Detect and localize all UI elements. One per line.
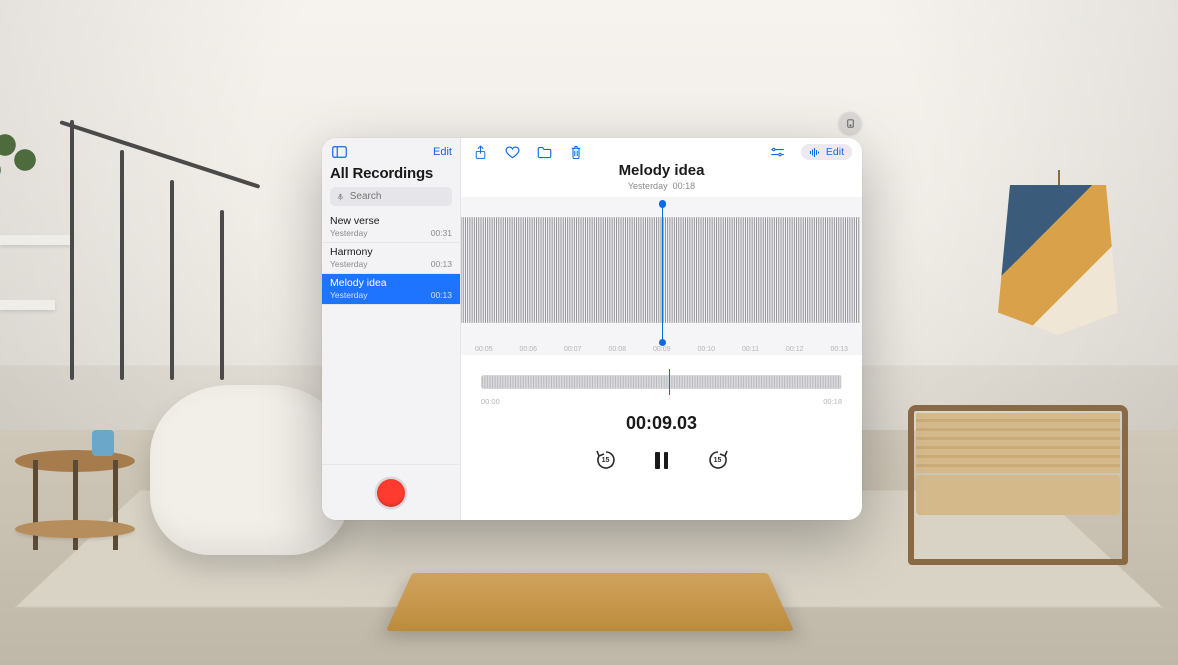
- recording-row-duration: 00:31: [431, 228, 452, 238]
- recording-title: Melody idea: [461, 162, 862, 179]
- pause-icon: [655, 452, 668, 469]
- options-icon[interactable]: [769, 143, 787, 161]
- waveform-icon: [809, 147, 821, 158]
- sidebar: Edit All Recordings New verseYesterday00…: [322, 138, 461, 520]
- voice-memos-window: Edit All Recordings New verseYesterday00…: [322, 138, 862, 520]
- timeline-tick: 00:10: [698, 346, 716, 353]
- timeline-tick: 00:12: [786, 346, 804, 353]
- timeline-tick: 00:11: [742, 346, 759, 353]
- detail-pane: Edit Melody idea Yesterday 00:18 00:0500…: [461, 138, 862, 520]
- playback-controls: 15 15: [461, 448, 862, 472]
- recording-row-title: New verse: [330, 215, 452, 227]
- recording-row-date: Yesterday: [330, 290, 368, 300]
- trimmer[interactable]: 00:00 00:18: [481, 369, 842, 395]
- timeline-tick: 00:05: [475, 346, 493, 353]
- search-input[interactable]: [350, 191, 446, 202]
- folder-icon[interactable]: [535, 143, 553, 161]
- trimmer-end-label: 00:18: [823, 397, 842, 406]
- wall-tapestry: [998, 185, 1118, 335]
- sidebar-toggle-icon[interactable]: [330, 143, 348, 161]
- timeline-tick: 00:06: [520, 346, 538, 353]
- sidebar-edit-button[interactable]: Edit: [433, 146, 452, 158]
- recording-row[interactable]: New verseYesterday 00:31: [322, 212, 460, 243]
- armchair-right: [908, 405, 1128, 565]
- timecode: 00:09.03: [461, 413, 862, 434]
- recordings-list: New verseYesterday00:31HarmonyYesterday0…: [322, 212, 460, 464]
- waveform-area[interactable]: 00:05 00:06 00:07 00:08 00:09 00:10 00:11 00:12…: [461, 197, 862, 355]
- record-button[interactable]: [377, 479, 405, 507]
- sidebar-title: All Recordings: [322, 164, 460, 187]
- recording-row-title: Melody idea: [330, 277, 452, 289]
- spatial-control-orb[interactable]: [839, 112, 861, 134]
- timeline-ticks: 00:05 00:06 00:07 00:08 00:09 00:10 00:11 00:12…: [461, 346, 862, 353]
- coffee-table: [386, 573, 794, 631]
- side-table: [15, 450, 135, 550]
- timeline-tick: 00:09: [653, 346, 671, 353]
- edit-label: Edit: [826, 146, 844, 158]
- wall-shelf-2: [0, 300, 55, 310]
- timeline-tick: 00:08: [609, 346, 627, 353]
- share-icon[interactable]: [471, 143, 489, 161]
- recording-row-date: Yesterday: [330, 228, 368, 238]
- timeline-tick: 00:13: [830, 346, 848, 353]
- trash-icon[interactable]: [567, 143, 585, 161]
- mug: [92, 430, 114, 456]
- skip-forward-button[interactable]: 15: [706, 448, 730, 472]
- recording-row-date: Yesterday: [330, 259, 368, 269]
- search-field[interactable]: [330, 187, 452, 206]
- staircase: [60, 120, 290, 400]
- playhead[interactable]: [662, 203, 664, 343]
- recording-row[interactable]: HarmonyYesterday 00:13: [322, 243, 460, 274]
- waveform-edit-button[interactable]: Edit: [801, 144, 852, 160]
- record-area: [322, 464, 460, 520]
- trimmer-start-label: 00:00: [481, 397, 500, 406]
- skip-back-button[interactable]: 15: [594, 448, 618, 472]
- favorite-icon[interactable]: [503, 143, 521, 161]
- armchair-left: [150, 385, 350, 555]
- recording-row-title: Harmony: [330, 246, 452, 258]
- recording-row[interactable]: Melody ideaYesterday 00:13: [322, 274, 460, 305]
- pause-button[interactable]: [650, 448, 674, 472]
- recording-row-duration: 00:13: [431, 290, 452, 300]
- recording-row-duration: 00:13: [431, 259, 452, 269]
- recording-subtitle: Yesterday 00:18: [461, 181, 862, 191]
- waveform-mini: [481, 375, 842, 389]
- trimmer-cursor[interactable]: [669, 369, 671, 395]
- microphone-icon: [336, 192, 345, 202]
- timeline-tick: 00:07: [564, 346, 582, 353]
